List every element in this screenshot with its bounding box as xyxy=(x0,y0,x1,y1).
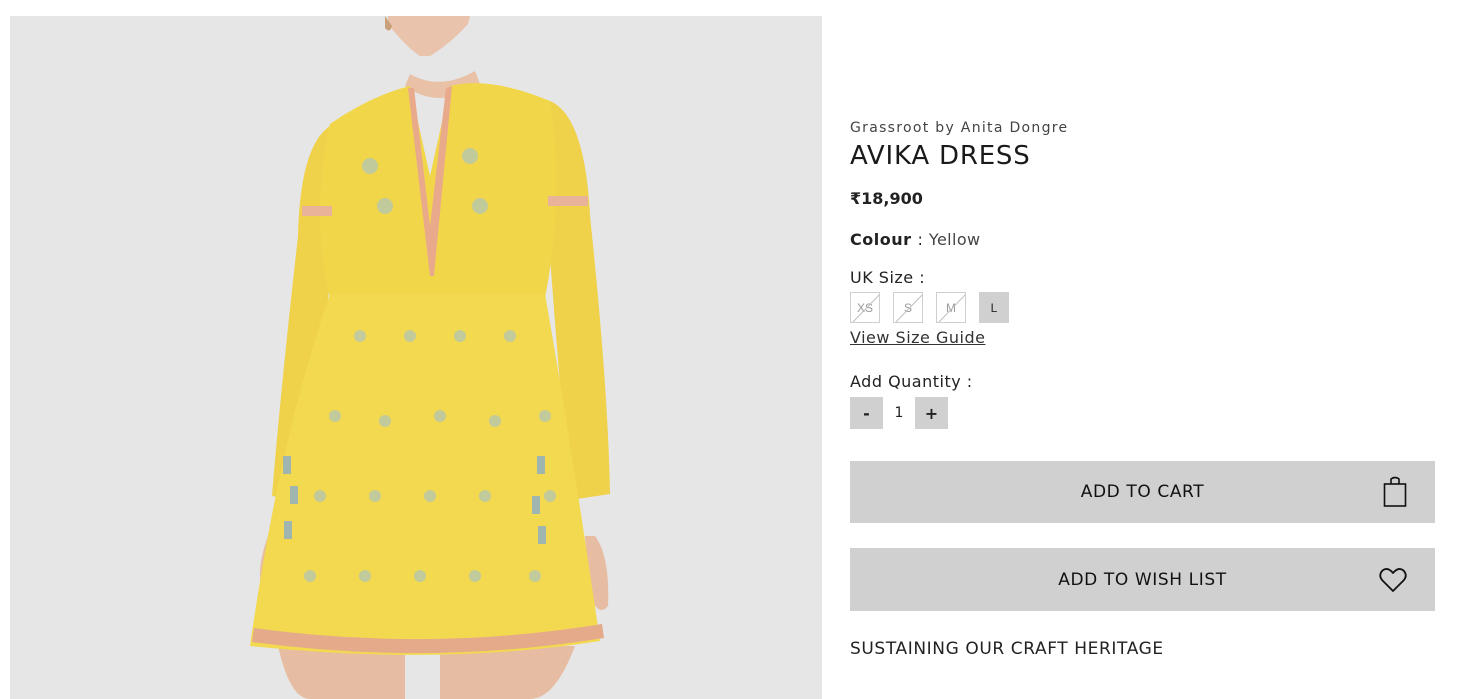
product-photo xyxy=(250,16,610,699)
quantity-label: Add Quantity : xyxy=(850,372,973,391)
product-price: ₹18,900 xyxy=(850,189,923,208)
heart-icon xyxy=(1379,567,1407,593)
colour-separator: : xyxy=(917,230,923,249)
quantity-decrement-button[interactable]: - xyxy=(850,397,883,429)
colour-value: Yellow xyxy=(928,230,981,249)
product-info: Grassroot by Anita Dongre AVIKA DRESS ₹1… xyxy=(850,0,1435,699)
colour-row: Colour: Yellow xyxy=(850,230,981,249)
size-guide-link[interactable]: View Size Guide xyxy=(850,328,985,347)
quantity-increment-button[interactable]: + xyxy=(915,397,948,429)
size-option-m[interactable]: M xyxy=(936,292,966,323)
size-option-s[interactable]: S xyxy=(893,292,923,323)
shopping-bag-icon xyxy=(1383,476,1407,508)
quantity-value[interactable]: 1 xyxy=(883,405,915,421)
add-to-wishlist-label: ADD TO WISH LIST xyxy=(1058,569,1227,590)
brand-name[interactable]: Grassroot by Anita Dongre xyxy=(850,120,1068,136)
product-image[interactable] xyxy=(10,16,822,699)
add-to-cart-button[interactable]: ADD TO CART xyxy=(850,461,1435,523)
size-option-xs[interactable]: XS xyxy=(850,292,880,323)
size-label: UK Size : xyxy=(850,268,926,287)
product-title: AVIKA DRESS xyxy=(850,141,1031,171)
size-options: XS S M L xyxy=(850,292,1009,323)
size-option-l[interactable]: L xyxy=(979,292,1009,323)
heritage-section-heading[interactable]: SUSTAINING OUR CRAFT HERITAGE xyxy=(850,639,1164,659)
colour-label: Colour xyxy=(850,230,912,249)
add-to-cart-label: ADD TO CART xyxy=(1080,482,1205,502)
add-to-wishlist-button[interactable]: ADD TO WISH LIST xyxy=(850,548,1435,611)
quantity-stepper: - 1 + xyxy=(850,397,948,429)
